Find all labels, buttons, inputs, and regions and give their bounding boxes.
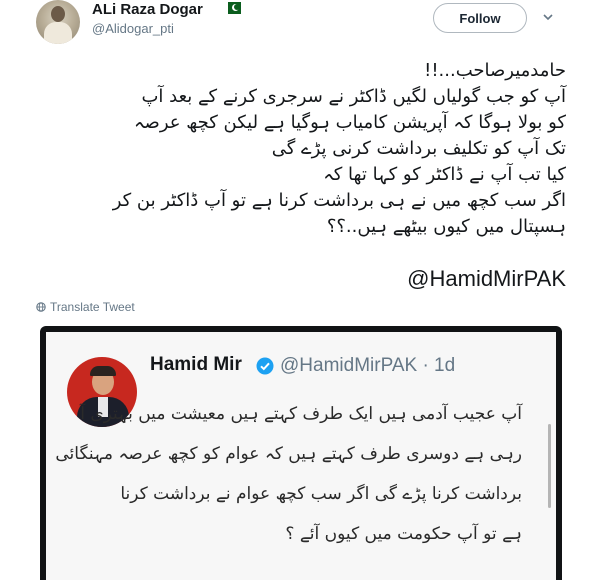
tweet-text-line: کو بولا ہوگا کہ آپریشن کامیاب ہوگیا ہے ل… — [134, 112, 566, 133]
tweet-text: حامدمیرصاحب...!! آپ کو جب گولیاں لگیں ڈا… — [36, 58, 566, 240]
tweet-text-line: حامدمیرصاحب...!! — [424, 60, 566, 81]
globe-icon — [36, 302, 46, 312]
quoted-text: آپ عجیب آدمی ہیں ایک طرف کہتے ہیں معیشت … — [55, 394, 522, 554]
tweet-text-line: آپ کو جب گولیاں لگیں ڈاکٹر نے سرجری کرنے… — [141, 86, 566, 107]
quoted-text-line: آپ عجیب آدمی ہیں ایک طرف کہتے ہیں معیشت … — [80, 404, 522, 424]
quoted-text-line: ہے تو آپ حکومت میں کیوں آئے ؟ — [285, 524, 522, 544]
flag-icon — [224, 2, 241, 14]
user-name[interactable]: ALi Raza Dogar — [92, 1, 203, 18]
tweet-text-line: ہسپتال میں کیوں بیٹھے ہیں..؟؟ — [326, 216, 566, 237]
translate-label: Translate Tweet — [50, 300, 135, 314]
quoted-text-line: رہی ہے دوسری طرف کہتے ہیں کہ عوام کو کچھ… — [55, 444, 522, 464]
quoted-handle-time: @HamidMirPAK · 1d — [280, 355, 456, 376]
quoted-text-line: برداشت کرنا پڑے گی اگر سب کچھ عوام نے بر… — [120, 484, 522, 504]
tweet-header: ALi Raza Dogar @Alidogar_pti Follow — [0, 0, 600, 52]
quoted-tweet: Hamid Mir @HamidMirPAK · 1d آپ عجیب آدمی… — [46, 332, 556, 580]
mention-link[interactable]: @HamidMirPAK — [100, 266, 566, 292]
quoted-screenshot[interactable]: Hamid Mir @HamidMirPAK · 1d آپ عجیب آدمی… — [40, 326, 562, 580]
translate-tweet-link[interactable]: Translate Tweet — [36, 300, 135, 314]
avatar-head — [51, 6, 65, 22]
verified-icon — [256, 357, 274, 375]
user-avatar[interactable] — [36, 0, 80, 44]
chevron-down-icon[interactable] — [543, 12, 553, 22]
avatar-hair — [90, 366, 116, 376]
avatar-body — [44, 22, 72, 44]
user-handle[interactable]: @Alidogar_pti — [92, 21, 174, 36]
follow-button[interactable]: Follow — [433, 3, 527, 33]
tweet-text-line: اگر سب کچھ میں نے ہی برداشت کرنا ہے تو آ… — [112, 190, 566, 211]
quoted-name: Hamid Mir — [150, 354, 242, 375]
tweet-text-line: کیا تب آپ نے ڈاکٹر کو کہا تھا کہ — [323, 164, 566, 185]
scrollbar — [548, 424, 551, 508]
tweet-text-line: تک آپ کو تکلیف برداشت کرنی پڑے گی — [271, 138, 566, 159]
